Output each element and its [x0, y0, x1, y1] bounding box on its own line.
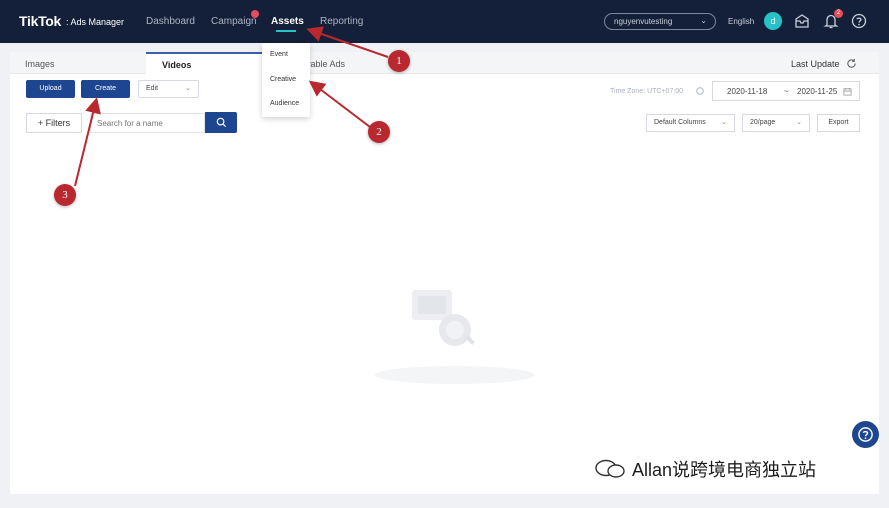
- nav-dashboard[interactable]: Dashboard: [146, 16, 195, 27]
- chevron-down-icon: ⌄: [796, 119, 802, 126]
- date-range-picker[interactable]: 2020-11-18 ~ 2020-11-25: [712, 81, 860, 101]
- search-input[interactable]: [90, 113, 205, 133]
- avatar[interactable]: d: [764, 12, 782, 30]
- page-size-label: 20/page: [750, 119, 776, 126]
- help-circle-icon[interactable]: [850, 12, 868, 30]
- tiktok-logo[interactable]: TikTok: [19, 13, 61, 29]
- assets-dropdown-menu: Event Creative Audience: [262, 43, 310, 117]
- calendar-icon: [843, 87, 852, 96]
- edit-label: Edit: [146, 85, 159, 92]
- date-end: 2020-11-25: [797, 87, 838, 96]
- filters-button[interactable]: + Filters: [26, 113, 82, 133]
- export-button[interactable]: Export: [817, 114, 860, 132]
- nav-assets[interactable]: Assets: [271, 16, 304, 27]
- nav-active-indicator: [276, 30, 296, 32]
- annotation-marker-2: 2: [368, 121, 390, 143]
- edit-dropdown[interactable]: Edit ⌄: [138, 80, 199, 98]
- campaign-badge: [251, 10, 259, 18]
- chevron-down-icon: ⌄: [185, 85, 191, 92]
- tab-playable-ads[interactable]: yable Ads: [306, 52, 345, 74]
- nav-reporting[interactable]: Reporting: [320, 16, 363, 27]
- date-separator: ~: [784, 87, 789, 96]
- ads-manager-label: : Ads Manager: [66, 17, 125, 27]
- account-name: nguyenvutesting: [614, 17, 673, 26]
- columns-select[interactable]: Default Columns ⌄: [646, 114, 735, 132]
- timezone-label: Time Zone: UTC+07:00: [610, 88, 684, 95]
- date-start: 2020-11-18: [727, 87, 768, 96]
- watermark-text: Allan说跨境电商独立站: [632, 460, 817, 480]
- menu-item-creative[interactable]: Creative: [270, 76, 296, 83]
- columns-label: Default Columns: [654, 119, 706, 126]
- create-button[interactable]: Create: [81, 80, 130, 98]
- inbox-icon[interactable]: [793, 12, 811, 30]
- refresh-icon[interactable]: [846, 58, 857, 69]
- empty-state-illustration: [375, 290, 535, 384]
- menu-item-event[interactable]: Event: [270, 51, 288, 58]
- asset-tabs: Images Videos yable Ads Last Update: [10, 52, 879, 75]
- info-icon[interactable]: [696, 87, 704, 95]
- question-icon: [858, 427, 873, 442]
- help-fab[interactable]: [852, 421, 879, 448]
- nav-campaign[interactable]: Campaign: [211, 16, 257, 27]
- menu-item-audience[interactable]: Audience: [270, 100, 299, 107]
- account-select[interactable]: nguyenvutesting ⌄: [604, 13, 716, 30]
- tab-videos[interactable]: Videos: [146, 52, 264, 75]
- last-update-label: Last Update: [791, 59, 840, 69]
- annotation-marker-1: 1: [388, 50, 410, 72]
- language-switch[interactable]: English: [728, 17, 754, 26]
- upload-button[interactable]: Upload: [26, 80, 75, 98]
- top-nav: TikTok : Ads Manager Dashboard Campaign …: [0, 0, 889, 43]
- wechat-icon: [595, 459, 625, 478]
- chevron-down-icon: ⌄: [721, 119, 727, 126]
- assets-panel: Images Videos yable Ads Last Update Uplo…: [10, 52, 879, 494]
- search-button[interactable]: [205, 112, 237, 133]
- chevron-down-icon: ⌄: [700, 16, 707, 25]
- tab-images[interactable]: Images: [25, 52, 55, 74]
- notification-badge: 2: [834, 9, 843, 18]
- annotation-marker-3: 3: [54, 184, 76, 206]
- page-size-select[interactable]: 20/page ⌄: [742, 114, 810, 132]
- search-icon: [216, 117, 227, 128]
